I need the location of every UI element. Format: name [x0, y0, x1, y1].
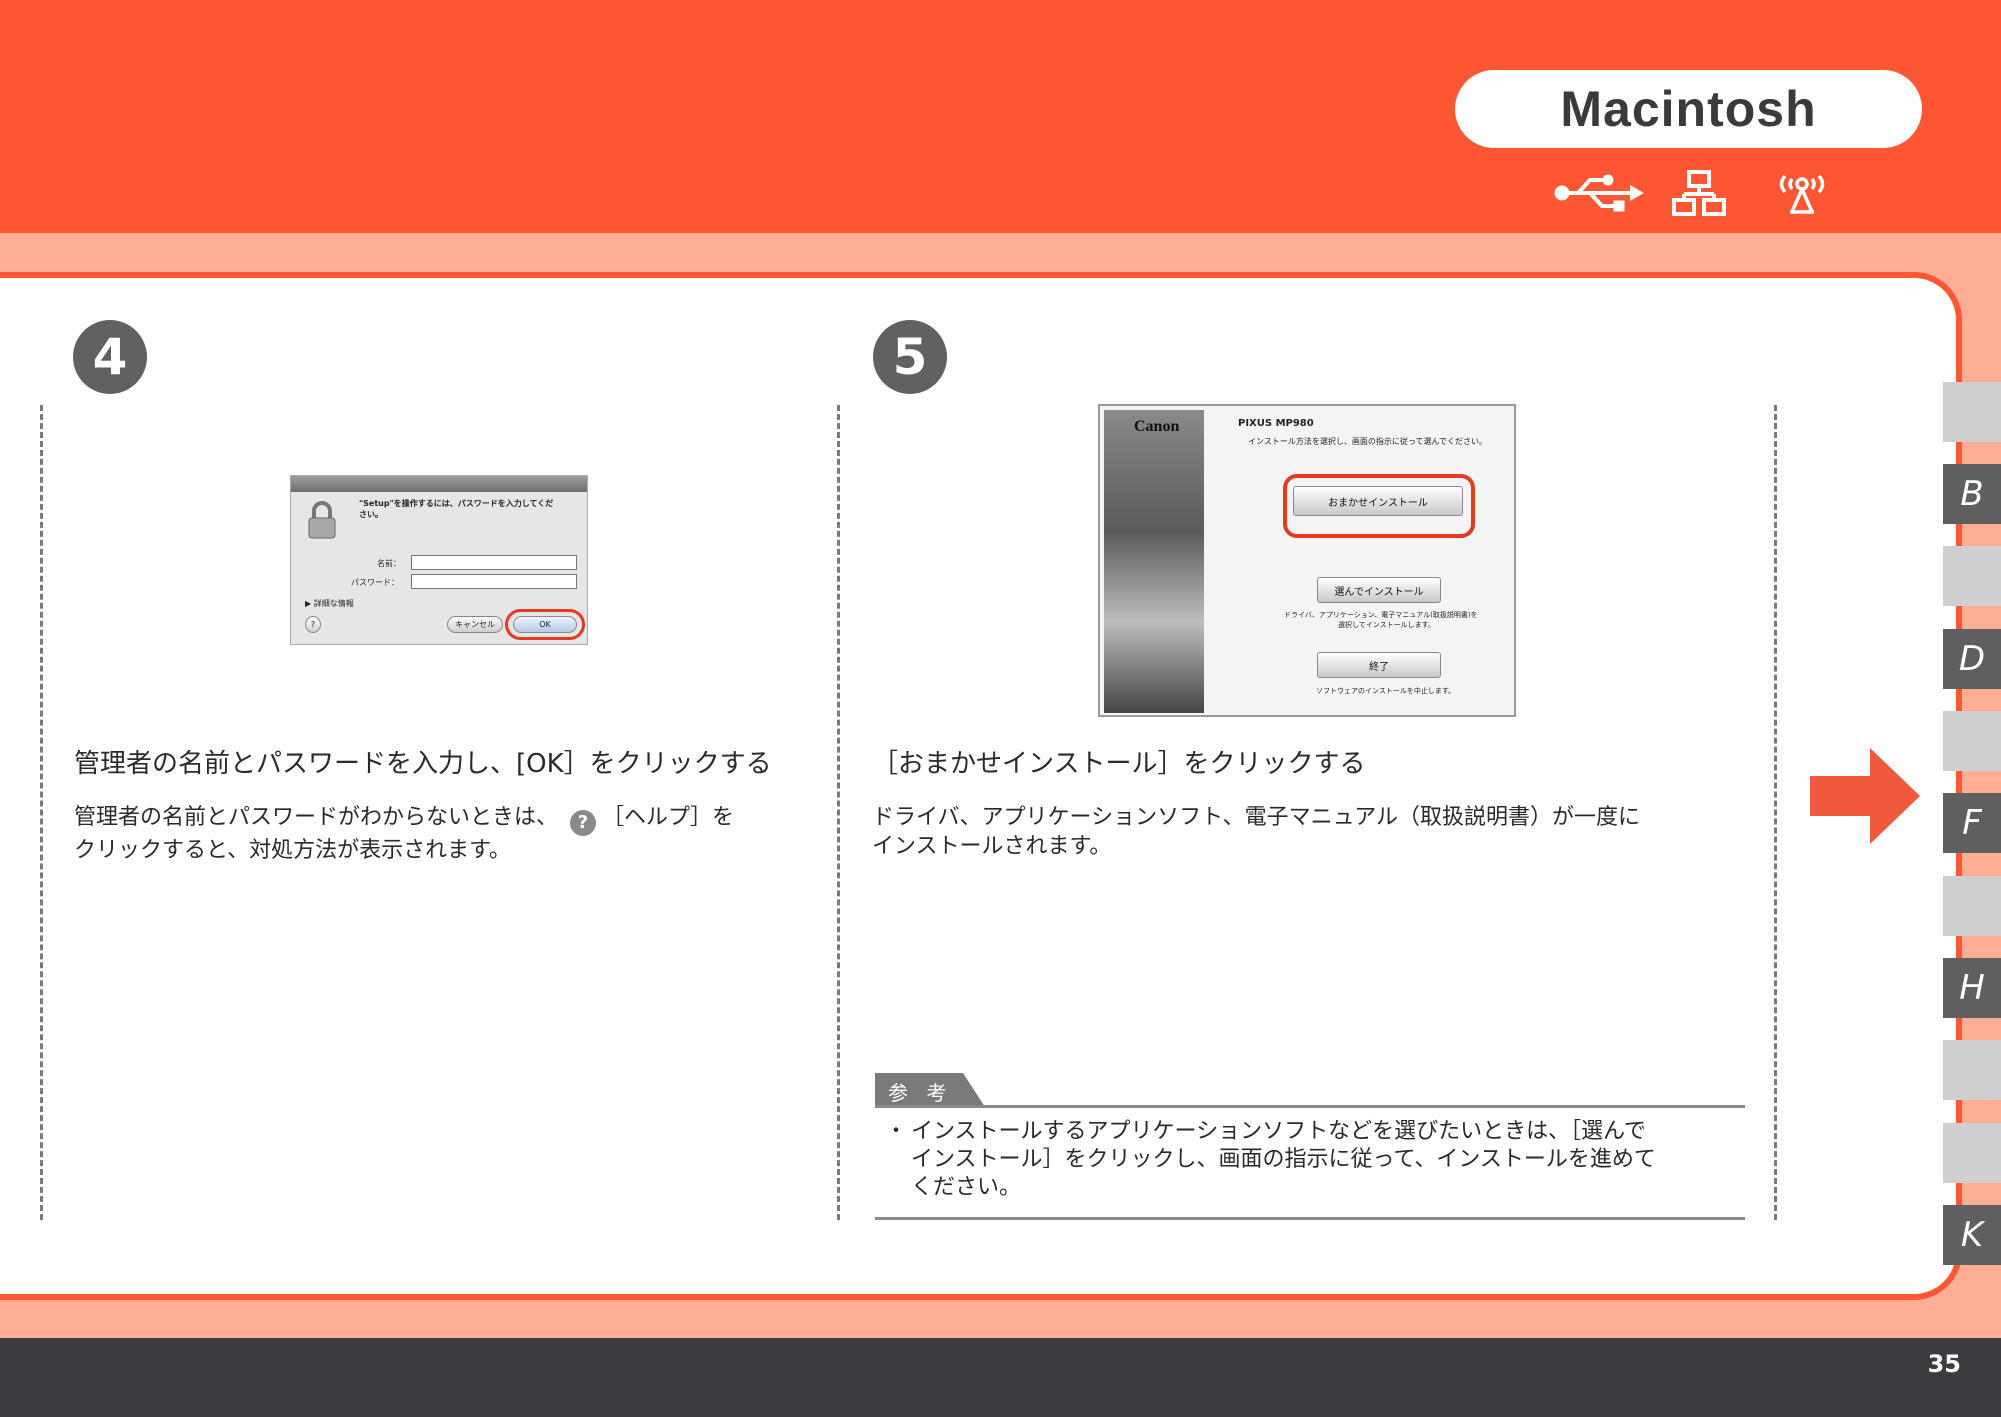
usb-icon: [1554, 174, 1644, 212]
installer-instruction: インストール方法を選択し、画面の指示に従って選んでください。: [1248, 437, 1488, 446]
ok-highlight-ring: [505, 609, 585, 640]
note-bottom-rule: [875, 1217, 1745, 1220]
note-bullet: ・: [885, 1119, 908, 1144]
name-label: 名前：: [377, 559, 401, 568]
custom-install-desc-line2: 選択してインストールします。: [1338, 621, 1435, 629]
name-field[interactable]: [411, 555, 577, 570]
step-4-body: 管理者の名前とパスワードがわからないときは、? ［ヘルプ］を クリックすると、対処…: [74, 803, 814, 865]
note-top-rule: [875, 1105, 1745, 1108]
installer-model: PIXUS MP980: [1238, 418, 1314, 429]
easy-install-highlight-ring: [1283, 474, 1475, 538]
dialog-message-line2: さい。: [359, 510, 383, 519]
column-divider-middle: [837, 405, 840, 1220]
step-5-heading: ［おまかせインストール］をクリックする: [872, 749, 1366, 779]
cancel-button[interactable]: キャンセル: [447, 616, 503, 633]
step-5-badge: 5: [873, 320, 947, 394]
installer-brand: Canon: [1134, 418, 1180, 435]
note-body: ・ インストールするアプリケーションソフトなどを選びたいときは、［選んで インス…: [885, 1118, 1725, 1202]
step-4-heading: 管理者の名前とパスワードを入力し、[OK］をクリックする: [74, 749, 772, 779]
step-5-body-line2: インストールされます。: [872, 834, 1112, 859]
side-tab-f[interactable]: F: [1943, 793, 2001, 853]
step-4-badge: 4: [73, 320, 147, 394]
custom-install-button[interactable]: 選んでインストール: [1317, 577, 1441, 603]
side-tab-blank-5: [1943, 1040, 2001, 1100]
side-tab-h[interactable]: H: [1943, 958, 2001, 1018]
details-disclosure[interactable]: ▶ 詳細な情報: [305, 598, 354, 609]
exit-desc: ソフトウェアのインストールを中止します。: [1316, 687, 1456, 695]
password-field[interactable]: [411, 574, 577, 589]
note-text-line1: インストールするアプリケーションソフトなどを選びたいときは、［選んで: [911, 1119, 1647, 1144]
column-divider-right: [1774, 405, 1777, 1220]
password-label: パスワード：: [351, 578, 399, 587]
step-5-body: ドライバ、アプリケーションソフト、電子マニュアル（取扱説明書）が一度に インスト…: [872, 803, 1752, 861]
column-divider-left: [40, 405, 43, 1220]
lock-icon: [308, 501, 336, 539]
note-text-line3: ください。: [911, 1175, 1022, 1200]
step-5-body-line1: ドライバ、アプリケーションソフト、電子マニュアル（取扱説明書）が一度に: [872, 805, 1641, 830]
step-4-body-part1: 管理者の名前とパスワードがわからないときは、: [74, 805, 559, 830]
password-dialog-screenshot: "Setup"を操作するには、パスワードを入力してくだ さい。 名前： パスワー…: [290, 475, 588, 645]
footer-band: [0, 1338, 2001, 1417]
network-icon: [1672, 170, 1726, 216]
help-icon: ?: [570, 810, 597, 836]
help-button[interactable]: ?: [305, 616, 321, 633]
side-tab-blank-2: [1943, 546, 2001, 606]
side-tab-k[interactable]: K: [1943, 1205, 2001, 1265]
side-tab-blank-1: [1943, 382, 2001, 442]
os-label: Macintosh: [1560, 81, 1817, 137]
dialog-message-line1: "Setup"を操作するには、パスワードを入力してくだ: [359, 499, 554, 508]
custom-install-desc-line1: ドライバ、アプリケーション、電子マニュアル(取扱説明書)を: [1284, 611, 1478, 619]
side-tab-blank-3: [1943, 711, 2001, 771]
dialog-titlebar: [291, 476, 587, 492]
side-tab-d[interactable]: D: [1943, 629, 2001, 689]
next-page-arrow-icon[interactable]: [1810, 748, 1920, 844]
note-tab-label: 参 考: [888, 1081, 953, 1105]
side-tab-blank-6: [1943, 1123, 2001, 1183]
step-4-body-part2: ［ヘルプ］を: [602, 805, 735, 830]
os-label-pill: Macintosh: [1455, 70, 1922, 148]
exit-button[interactable]: 終了: [1317, 652, 1441, 678]
note-text-line2: インストール］をクリックし、画面の指示に従って、インストールを進めて: [911, 1147, 1656, 1172]
side-tab-b[interactable]: B: [1943, 464, 2001, 524]
connection-icons: [1554, 170, 1825, 216]
wireless-icon: [1779, 174, 1825, 214]
side-tab-blank-4: [1943, 876, 2001, 936]
installer-photo-strip: [1104, 410, 1204, 713]
installer-screenshot: Canon PIXUS MP980 インストール方法を選択し、画面の指示に従って…: [1098, 404, 1516, 717]
step-4-body-part3: クリックすると、対処方法が表示されます。: [74, 838, 511, 863]
page-number: 35: [1927, 1350, 1961, 1378]
